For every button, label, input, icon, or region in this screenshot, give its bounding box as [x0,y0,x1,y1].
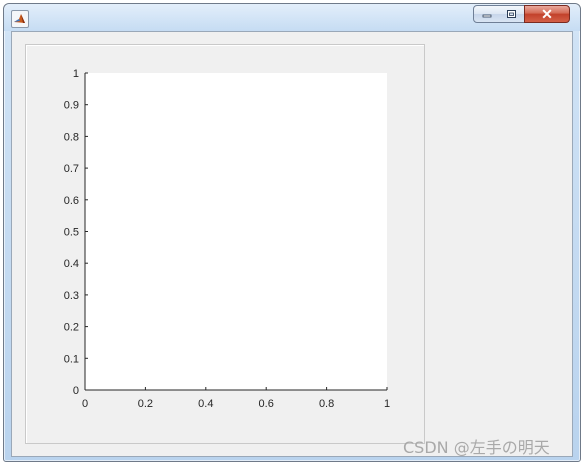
y-tick-label: 1 [73,68,79,80]
y-tick-label: 0.7 [64,163,79,175]
x-tick-label: 0 [82,398,88,410]
axes-plot-area[interactable] [85,73,387,390]
watermark: CSDN @左手の明天 [403,438,550,457]
x-tick-label: 0.8 [319,398,334,410]
y-tick-label: 0 [73,385,79,397]
plot-axes[interactable]: 0 0.2 0.4 0.6 0.8 1 0 0.1 0.2 0.3 0.4 0.5 0.6 0.7 0.8… [0,0,585,465]
y-tick-label: 0.5 [64,227,79,239]
x-tick-label: 0.2 [138,398,153,410]
y-tick-label: 0.4 [64,258,79,270]
y-tick-label: 0.8 [64,131,79,143]
x-tick-label: 1 [384,398,390,410]
x-tick-label: 0.6 [259,398,274,410]
y-tick-label: 0.1 [64,353,79,365]
y-tick-label: 0.6 [64,195,79,207]
y-tick-label: 0.2 [64,322,79,334]
x-tick-label: 0.4 [198,398,213,410]
y-tick-label: 0.3 [64,290,79,302]
y-ticks: 0 0.1 0.2 0.3 0.4 0.5 0.6 0.7 0.8 0.9 1 [64,68,88,397]
y-tick-label: 0.9 [64,100,79,112]
